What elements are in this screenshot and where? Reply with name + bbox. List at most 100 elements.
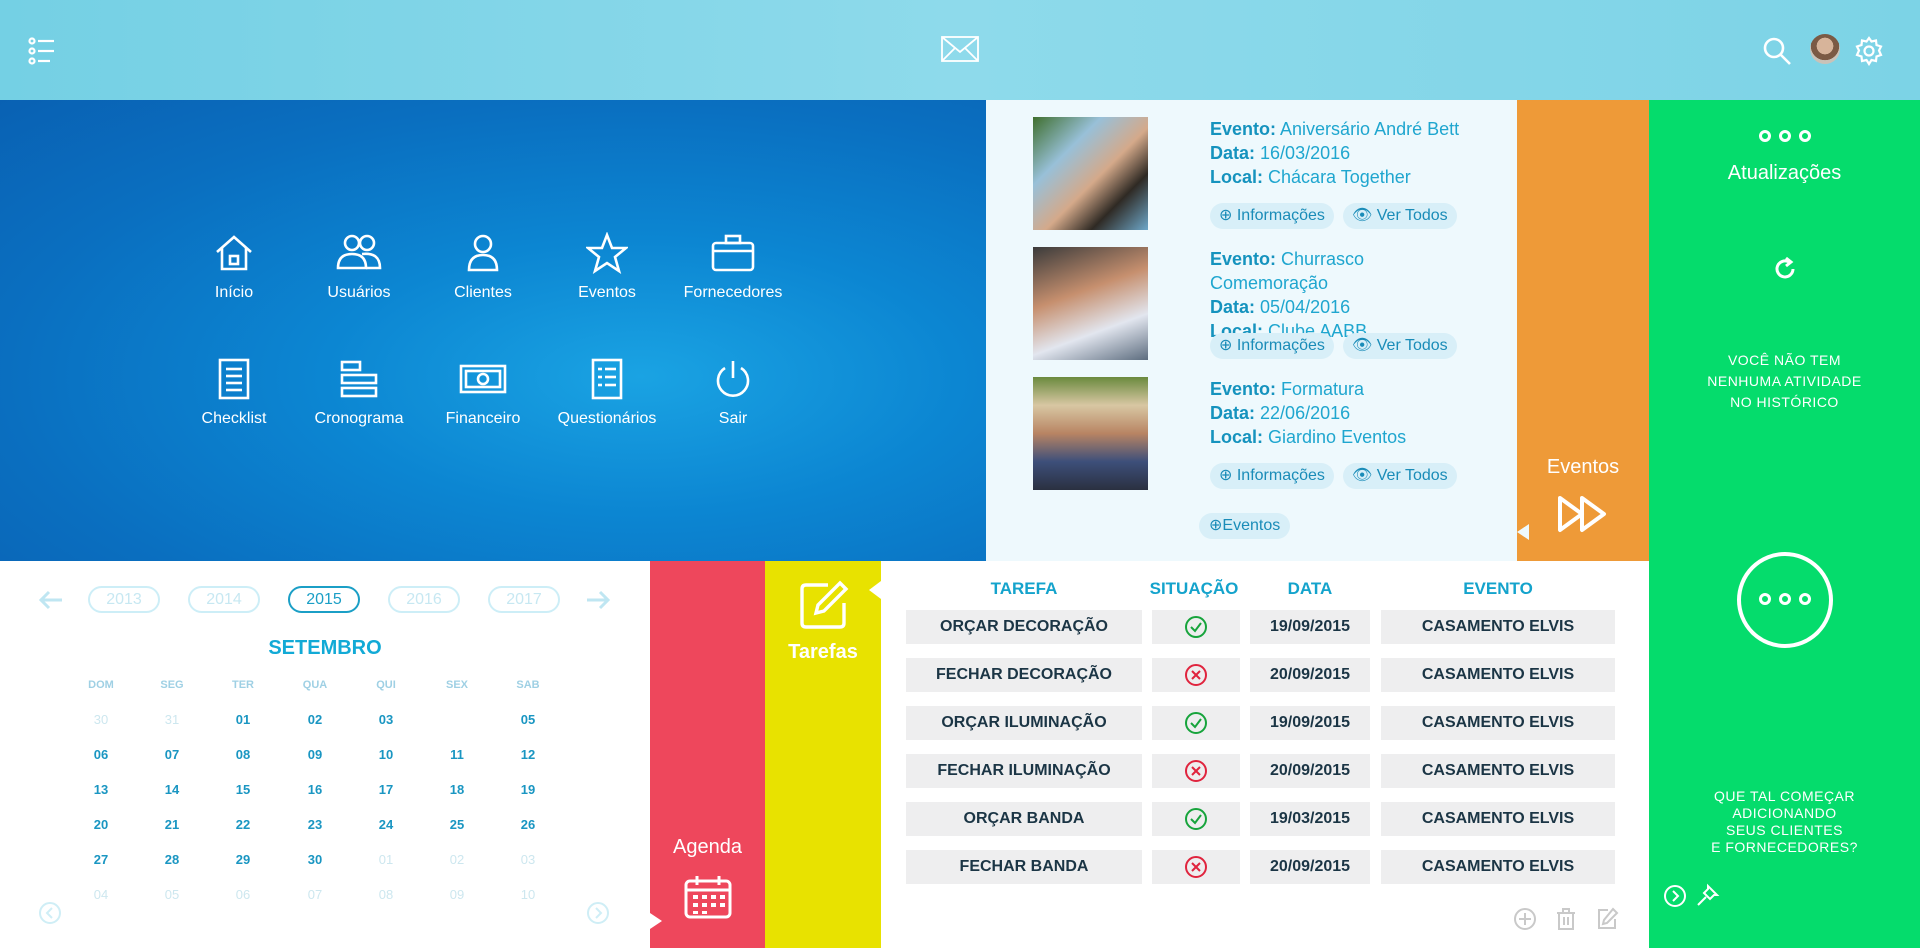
task-date[interactable]: 20/09/2015	[1250, 850, 1370, 884]
next-month-icon[interactable]	[586, 901, 610, 925]
year-tab[interactable]: 2017	[488, 586, 560, 613]
status-done-icon[interactable]	[1152, 706, 1240, 740]
calendar-day[interactable]: 07	[154, 742, 190, 768]
calendar-day[interactable]: 18	[439, 777, 475, 803]
year-tab[interactable]: 2014	[188, 586, 260, 613]
calendar-day[interactable]: 25	[439, 812, 475, 838]
calendar-day[interactable]: 10	[368, 742, 404, 768]
tarefas-tile[interactable]: Tarefas	[765, 561, 881, 948]
calendar-day[interactable]: 12	[510, 742, 546, 768]
more-dots-icon[interactable]	[1759, 130, 1811, 144]
gear-icon[interactable]	[1854, 36, 1884, 66]
envelope-logo-icon[interactable]	[941, 34, 979, 64]
refresh-icon[interactable]	[1771, 255, 1799, 283]
calendar-day[interactable]: 29	[225, 847, 261, 873]
calendar-day[interactable]: 05	[510, 707, 546, 733]
calendar-day[interactable]: 02	[439, 847, 475, 873]
calendar-day[interactable]: 16	[297, 777, 333, 803]
task-event[interactable]: CASAMENTO ELVIS	[1381, 850, 1615, 884]
task-event[interactable]: CASAMENTO ELVIS	[1381, 754, 1615, 788]
events-tile[interactable]: Eventos	[1517, 100, 1649, 561]
calendar-day[interactable]: 06	[83, 742, 119, 768]
user-avatar[interactable]	[1810, 34, 1840, 64]
task-event[interactable]: CASAMENTO ELVIS	[1381, 802, 1615, 836]
task-date[interactable]: 20/09/2015	[1250, 658, 1370, 692]
status-pending-icon[interactable]	[1152, 658, 1240, 692]
nav-item-clientes[interactable]: Clientes	[423, 232, 543, 302]
task-name[interactable]: FECHAR ILUMINAÇÃO	[906, 754, 1142, 788]
task-name[interactable]: ORÇAR BANDA	[906, 802, 1142, 836]
play-circle-icon[interactable]	[1663, 884, 1687, 908]
nav-item-cronograma[interactable]: Cronograma	[299, 358, 419, 428]
event-see-all-button[interactable]: 👁 Ver Todos	[1343, 333, 1457, 359]
calendar-day[interactable]: 27	[83, 847, 119, 873]
calendar-day[interactable]: 24	[368, 812, 404, 838]
calendar-day[interactable]: 26	[510, 812, 546, 838]
calendar-day[interactable]: 03	[510, 847, 546, 873]
calendar-day[interactable]: 02	[297, 707, 333, 733]
calendar-day[interactable]: 20	[83, 812, 119, 838]
status-pending-icon[interactable]	[1152, 754, 1240, 788]
nav-item-checklist[interactable]: Checklist	[174, 358, 294, 428]
calendar-day-selected[interactable]: 04	[439, 707, 475, 733]
calendar-day[interactable]: 28	[154, 847, 190, 873]
status-pending-icon[interactable]	[1152, 850, 1240, 884]
task-date[interactable]: 19/09/2015	[1250, 706, 1370, 740]
search-icon[interactable]	[1762, 36, 1792, 66]
task-name[interactable]: FECHAR BANDA	[906, 850, 1142, 884]
calendar-day[interactable]: 21	[154, 812, 190, 838]
nav-item-sair[interactable]: Sair	[673, 358, 793, 428]
task-event[interactable]: CASAMENTO ELVIS	[1381, 658, 1615, 692]
pin-icon[interactable]	[1695, 882, 1721, 908]
edit-icon[interactable]	[1595, 907, 1619, 931]
arrow-right-icon[interactable]	[585, 590, 611, 610]
task-name[interactable]: ORÇAR DECORAÇÃO	[906, 610, 1142, 644]
calendar-day[interactable]: 01	[225, 707, 261, 733]
calendar-day[interactable]: 05	[154, 882, 190, 908]
calendar-day[interactable]: 08	[368, 882, 404, 908]
status-done-icon[interactable]	[1152, 802, 1240, 836]
calendar-day[interactable]: 08	[225, 742, 261, 768]
calendar-day[interactable]: 06	[225, 882, 261, 908]
year-tab-selected[interactable]: 2015	[288, 586, 360, 613]
calendar-day[interactable]: 22	[225, 812, 261, 838]
nav-item-fornecedores[interactable]: Fornecedores	[673, 232, 793, 302]
year-tab[interactable]: 2016	[388, 586, 460, 613]
nav-item-inicio[interactable]: Início	[174, 232, 294, 302]
event-info-button[interactable]: ⊕ Informações	[1210, 203, 1334, 229]
calendar-day[interactable]: 03	[368, 707, 404, 733]
calendar-day[interactable]: 09	[297, 742, 333, 768]
agenda-tile[interactable]: Agenda	[650, 561, 765, 948]
task-date[interactable]: 20/09/2015	[1250, 754, 1370, 788]
calendar-day[interactable]: 14	[154, 777, 190, 803]
nav-item-questionarios[interactable]: Questionários	[547, 358, 667, 428]
calendar-day[interactable]: 31	[154, 707, 190, 733]
trash-icon[interactable]	[1554, 907, 1578, 931]
prev-month-icon[interactable]	[38, 901, 62, 925]
more-options-button[interactable]	[1737, 552, 1833, 648]
calendar-day[interactable]: 19	[510, 777, 546, 803]
task-name[interactable]: FECHAR DECORAÇÃO	[906, 658, 1142, 692]
calendar-day[interactable]: 23	[297, 812, 333, 838]
add-circle-icon[interactable]	[1513, 907, 1537, 931]
task-date[interactable]: 19/09/2015	[1250, 610, 1370, 644]
add-event-button[interactable]: ⊕Eventos	[1199, 513, 1291, 539]
calendar-day[interactable]: 01	[368, 847, 404, 873]
calendar-day[interactable]: 17	[368, 777, 404, 803]
list-menu-icon[interactable]	[28, 36, 58, 66]
calendar-day[interactable]: 13	[83, 777, 119, 803]
event-see-all-button[interactable]: 👁 Ver Todos	[1343, 463, 1457, 489]
task-name[interactable]: ORÇAR ILUMINAÇÃO	[906, 706, 1142, 740]
calendar-day[interactable]: 11	[439, 742, 475, 768]
task-date[interactable]: 19/03/2015	[1250, 802, 1370, 836]
status-done-icon[interactable]	[1152, 610, 1240, 644]
event-info-button[interactable]: ⊕ Informações	[1210, 463, 1334, 489]
event-see-all-button[interactable]: 👁 Ver Todos	[1343, 203, 1457, 229]
calendar-day[interactable]: 30	[297, 847, 333, 873]
event-info-button[interactable]: ⊕ Informações	[1210, 333, 1334, 359]
nav-item-financeiro[interactable]: Financeiro	[423, 358, 543, 428]
calendar-day[interactable]: 30	[83, 707, 119, 733]
calendar-day[interactable]: 10	[510, 882, 546, 908]
calendar-day[interactable]: 07	[297, 882, 333, 908]
nav-item-usuarios[interactable]: Usuários	[299, 232, 419, 302]
